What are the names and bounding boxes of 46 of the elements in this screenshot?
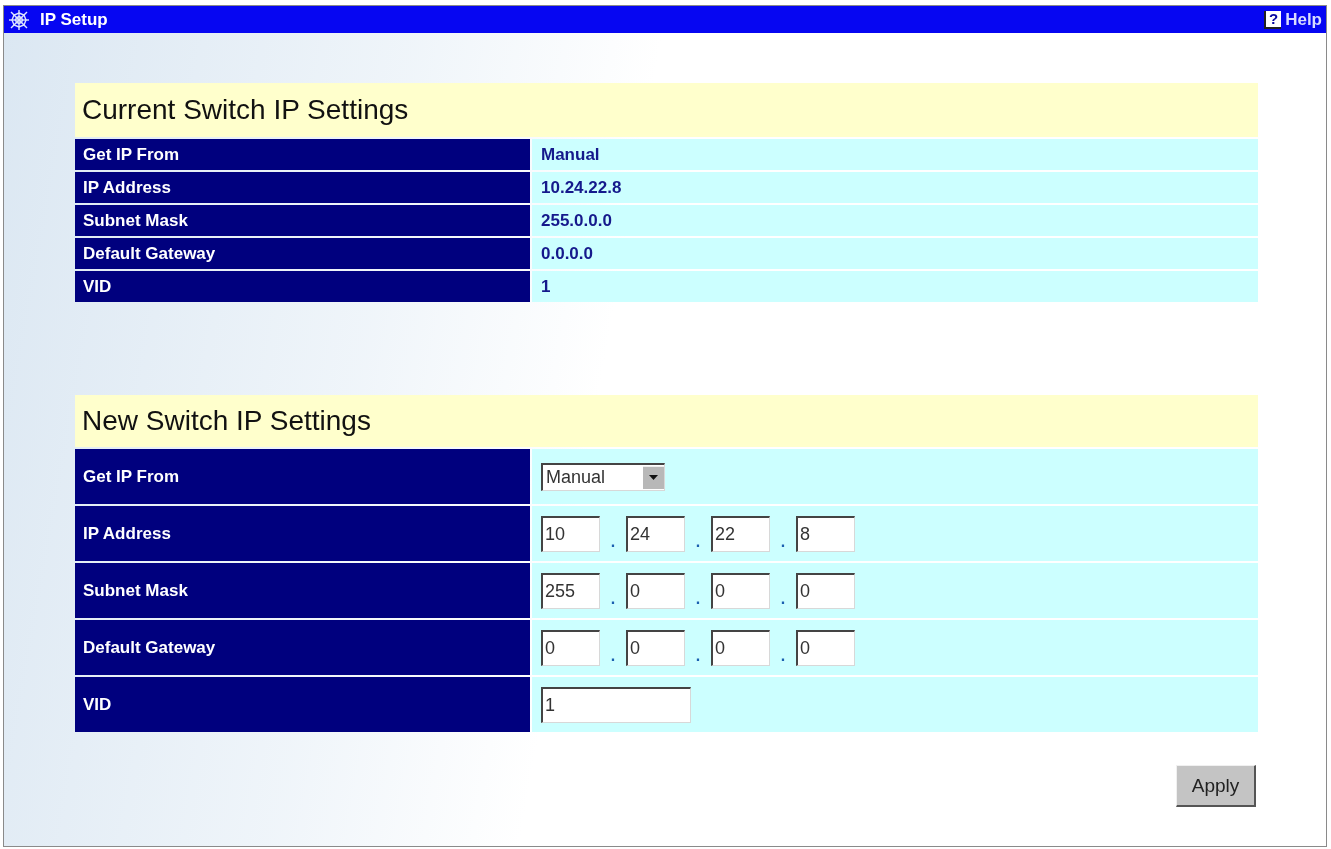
caret-icon[interactable]	[643, 465, 664, 489]
setting-label: Subnet Mask	[75, 205, 530, 236]
octet-separator: .	[779, 533, 787, 551]
octet-input[interactable]: 0	[541, 629, 600, 666]
section-title: New Switch IP Settings	[75, 395, 1258, 447]
octet-input[interactable]: 0	[711, 572, 770, 609]
dropdown-field[interactable]: Manual	[541, 462, 665, 491]
setting-value: 0.0.0.0	[532, 238, 1258, 269]
setting-label: IP Address	[75, 506, 530, 561]
octet-input[interactable]: 22	[711, 515, 770, 552]
setting-label: IP Address	[75, 172, 530, 203]
setting-label: Subnet Mask	[75, 563, 530, 618]
help-link[interactable]: Help	[1285, 9, 1322, 30]
setting-value: Manual	[532, 139, 1258, 170]
octet-separator: .	[694, 533, 702, 551]
octet-separator: .	[694, 590, 702, 608]
octet-separator: .	[609, 533, 617, 551]
setting-label: Default Gateway	[75, 238, 530, 269]
apply-button[interactable]: Apply	[1176, 765, 1256, 807]
vid-input[interactable]: 1	[541, 686, 691, 723]
octet-separator: .	[609, 590, 617, 608]
section-title: Current Switch IP Settings	[75, 83, 1258, 137]
setting-value: 1	[532, 271, 1258, 302]
octet-input[interactable]: 0	[626, 572, 685, 609]
octet-separator: .	[779, 647, 787, 665]
setting-label: VID	[75, 271, 530, 302]
setting-value: 255.0.0.0	[532, 205, 1258, 236]
octet-input[interactable]: 0	[796, 572, 855, 609]
web-icon	[8, 8, 30, 31]
setting-label: Get IP From	[75, 139, 530, 170]
octet-input[interactable]: 255	[541, 572, 600, 609]
octet-input[interactable]: 24	[626, 515, 685, 552]
setting-value: 10.24.22.8	[532, 172, 1258, 203]
octet-input[interactable]: 0	[711, 629, 770, 666]
setting-label: Default Gateway	[75, 620, 530, 675]
setting-label: Get IP From	[75, 449, 530, 504]
octet-separator: .	[609, 647, 617, 665]
octet-input[interactable]: 8	[796, 515, 855, 552]
setting-label: VID	[75, 677, 530, 732]
octet-separator: .	[694, 647, 702, 665]
help-icon[interactable]: ?	[1264, 10, 1282, 29]
octet-input[interactable]: 0	[796, 629, 855, 666]
window-title: IP Setup	[40, 9, 109, 30]
octet-input[interactable]: 0	[626, 629, 685, 666]
octet-separator: .	[779, 590, 787, 608]
octet-input[interactable]: 10	[541, 515, 600, 552]
